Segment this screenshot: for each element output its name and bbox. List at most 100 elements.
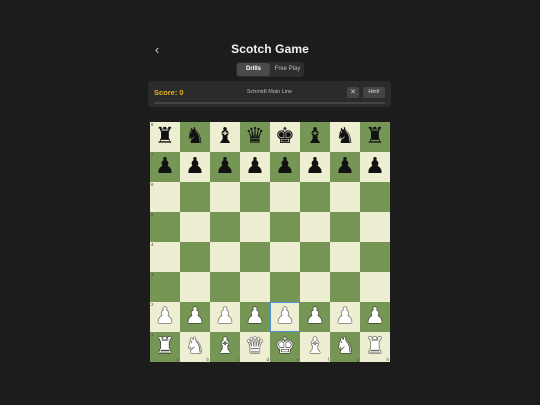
- square-a5[interactable]: 5: [150, 212, 180, 242]
- square-c4[interactable]: [210, 242, 240, 272]
- square-a1[interactable]: 1 a ♜: [150, 332, 180, 362]
- square-a6[interactable]: 6: [150, 182, 180, 212]
- square-f3[interactable]: [300, 272, 330, 302]
- square-e6[interactable]: [270, 182, 300, 212]
- black-pawn-icon[interactable]: ♟: [270, 152, 300, 182]
- close-icon[interactable]: ✕: [347, 87, 359, 98]
- white-rook-icon[interactable]: ♜: [360, 332, 390, 362]
- square-a8[interactable]: 8 ♜: [150, 122, 180, 152]
- square-e3[interactable]: [270, 272, 300, 302]
- square-c3[interactable]: [210, 272, 240, 302]
- square-h8[interactable]: ♜: [360, 122, 390, 152]
- white-knight-icon[interactable]: ♞: [330, 332, 360, 362]
- square-g3[interactable]: [330, 272, 360, 302]
- square-b1[interactable]: b ♞: [180, 332, 210, 362]
- square-d1[interactable]: d ♛: [240, 332, 270, 362]
- black-bishop-icon[interactable]: ♝: [300, 122, 330, 152]
- square-d3[interactable]: [240, 272, 270, 302]
- square-f5[interactable]: [300, 212, 330, 242]
- square-c7[interactable]: ♟: [210, 152, 240, 182]
- black-rook-icon[interactable]: ♜: [360, 122, 390, 152]
- square-f4[interactable]: [300, 242, 330, 272]
- square-e8[interactable]: ♚: [270, 122, 300, 152]
- square-b6[interactable]: [180, 182, 210, 212]
- square-a3[interactable]: 3: [150, 272, 180, 302]
- square-e5[interactable]: [270, 212, 300, 242]
- black-pawn-icon[interactable]: ♟: [360, 152, 390, 182]
- square-c2[interactable]: ♟: [210, 302, 240, 332]
- square-c6[interactable]: [210, 182, 240, 212]
- square-g4[interactable]: [330, 242, 360, 272]
- square-d2[interactable]: ♟: [240, 302, 270, 332]
- white-pawn-icon[interactable]: ♟: [240, 302, 270, 332]
- square-h1[interactable]: h ♜: [360, 332, 390, 362]
- square-b5[interactable]: [180, 212, 210, 242]
- white-knight-icon[interactable]: ♞: [180, 332, 210, 362]
- square-g2[interactable]: ♟: [330, 302, 360, 332]
- square-b4[interactable]: [180, 242, 210, 272]
- square-g1[interactable]: g ♞: [330, 332, 360, 362]
- square-h7[interactable]: ♟: [360, 152, 390, 182]
- square-e1[interactable]: e ♚: [270, 332, 300, 362]
- black-knight-icon[interactable]: ♞: [180, 122, 210, 152]
- square-a4[interactable]: 4: [150, 242, 180, 272]
- white-pawn-icon[interactable]: ♟: [210, 302, 240, 332]
- tab-drills[interactable]: Drills: [237, 63, 270, 76]
- square-g7[interactable]: ♟: [330, 152, 360, 182]
- white-pawn-icon[interactable]: ♟: [300, 302, 330, 332]
- square-h4[interactable]: [360, 242, 390, 272]
- square-b2[interactable]: ♟: [180, 302, 210, 332]
- black-bishop-icon[interactable]: ♝: [210, 122, 240, 152]
- square-f7[interactable]: ♟: [300, 152, 330, 182]
- white-pawn-icon[interactable]: ♟: [330, 302, 360, 332]
- white-rook-icon[interactable]: ♜: [150, 332, 180, 362]
- square-e7[interactable]: ♟: [270, 152, 300, 182]
- square-g5[interactable]: [330, 212, 360, 242]
- square-b3[interactable]: [180, 272, 210, 302]
- black-pawn-icon[interactable]: ♟: [330, 152, 360, 182]
- white-pawn-icon[interactable]: ♟: [360, 302, 390, 332]
- black-pawn-icon[interactable]: ♟: [300, 152, 330, 182]
- square-b8[interactable]: ♞: [180, 122, 210, 152]
- black-pawn-icon[interactable]: ♟: [210, 152, 240, 182]
- square-b7[interactable]: ♟: [180, 152, 210, 182]
- square-d7[interactable]: ♟: [240, 152, 270, 182]
- black-pawn-icon[interactable]: ♟: [240, 152, 270, 182]
- black-king-icon[interactable]: ♚: [270, 122, 300, 152]
- square-e2[interactable]: ♟: [270, 302, 300, 332]
- square-d6[interactable]: [240, 182, 270, 212]
- square-h5[interactable]: [360, 212, 390, 242]
- square-f2[interactable]: ♟: [300, 302, 330, 332]
- square-d5[interactable]: [240, 212, 270, 242]
- square-h2[interactable]: ♟: [360, 302, 390, 332]
- square-g6[interactable]: [330, 182, 360, 212]
- square-c5[interactable]: [210, 212, 240, 242]
- square-d4[interactable]: [240, 242, 270, 272]
- black-knight-icon[interactable]: ♞: [330, 122, 360, 152]
- black-pawn-icon[interactable]: ♟: [180, 152, 210, 182]
- square-c8[interactable]: ♝: [210, 122, 240, 152]
- square-a7[interactable]: 7 ♟: [150, 152, 180, 182]
- white-bishop-icon[interactable]: ♝: [300, 332, 330, 362]
- square-h6[interactable]: [360, 182, 390, 212]
- square-e4[interactable]: [270, 242, 300, 272]
- white-king-icon[interactable]: ♚: [270, 332, 300, 362]
- white-pawn-icon[interactable]: ♟: [180, 302, 210, 332]
- black-queen-icon[interactable]: ♛: [240, 122, 270, 152]
- white-pawn-icon[interactable]: ♟: [270, 302, 300, 332]
- square-f8[interactable]: ♝: [300, 122, 330, 152]
- square-c1[interactable]: c ♝: [210, 332, 240, 362]
- hint-button[interactable]: Hint!: [363, 87, 385, 98]
- square-a2[interactable]: 2 ♟: [150, 302, 180, 332]
- square-f6[interactable]: [300, 182, 330, 212]
- square-g8[interactable]: ♞: [330, 122, 360, 152]
- white-pawn-icon[interactable]: ♟: [150, 302, 180, 332]
- square-f1[interactable]: f ♝: [300, 332, 330, 362]
- black-rook-icon[interactable]: ♜: [150, 122, 180, 152]
- tab-free-play[interactable]: Free Play: [271, 62, 304, 77]
- square-d8[interactable]: ♛: [240, 122, 270, 152]
- square-h3[interactable]: [360, 272, 390, 302]
- white-queen-icon[interactable]: ♛: [240, 332, 270, 362]
- black-pawn-icon[interactable]: ♟: [150, 152, 180, 182]
- white-bishop-icon[interactable]: ♝: [210, 332, 240, 362]
